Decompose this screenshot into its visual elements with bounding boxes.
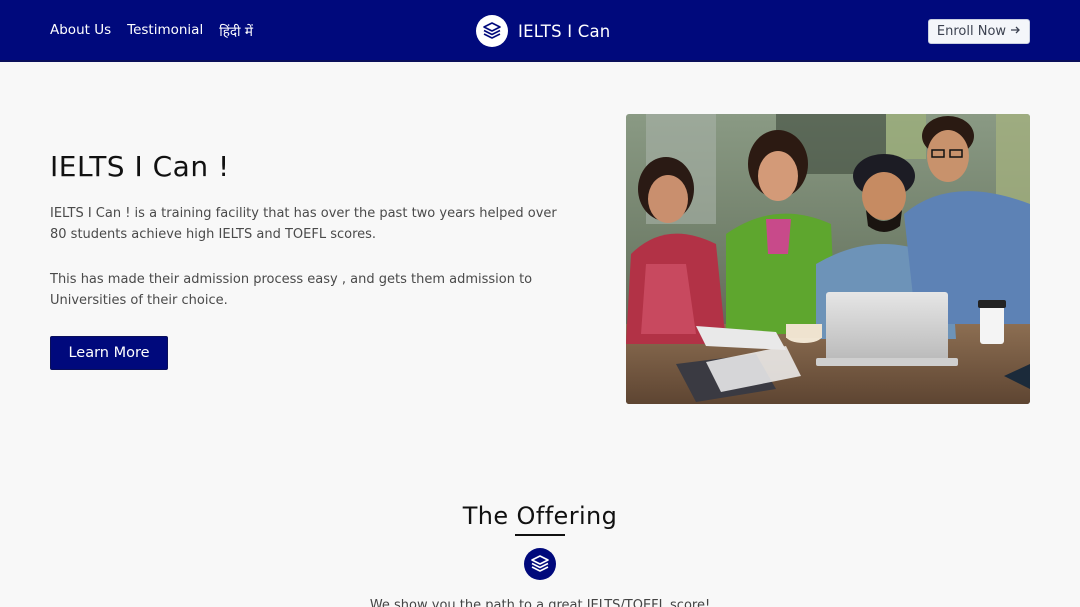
top-navbar: About Us Testimonial हिंदी में IELTS I C…	[0, 0, 1080, 62]
offering-underline	[515, 534, 565, 536]
offering-subtitle: We show you the path to a great IELTS/TO…	[369, 598, 711, 607]
learn-more-button[interactable]: Learn More	[50, 336, 168, 370]
nav-links: About Us Testimonial हिंदी में	[50, 22, 253, 40]
hero-students-photo	[626, 114, 1030, 404]
layers-icon	[476, 15, 508, 47]
hero-title: IELTS I Can !	[50, 150, 230, 183]
layers-icon	[524, 548, 556, 580]
nav-link-testimonial[interactable]: Testimonial	[127, 22, 203, 40]
offering-title: The Offering	[462, 502, 618, 530]
arrow-right-icon	[1010, 24, 1021, 39]
enroll-now-button[interactable]: Enroll Now	[928, 19, 1030, 44]
hero-paragraph-2: This has made their admission process ea…	[50, 272, 533, 308]
enroll-now-label: Enroll Now	[936, 24, 1007, 39]
brand-logo[interactable]: IELTS I Can	[476, 15, 610, 47]
hero-paragraph-1: IELTS I Can ! is a training facility tha…	[50, 206, 557, 242]
nav-link-hindi[interactable]: हिंदी में	[219, 22, 253, 40]
brand-name: IELTS I Can	[518, 21, 611, 41]
nav-link-about-us[interactable]: About Us	[50, 22, 111, 40]
